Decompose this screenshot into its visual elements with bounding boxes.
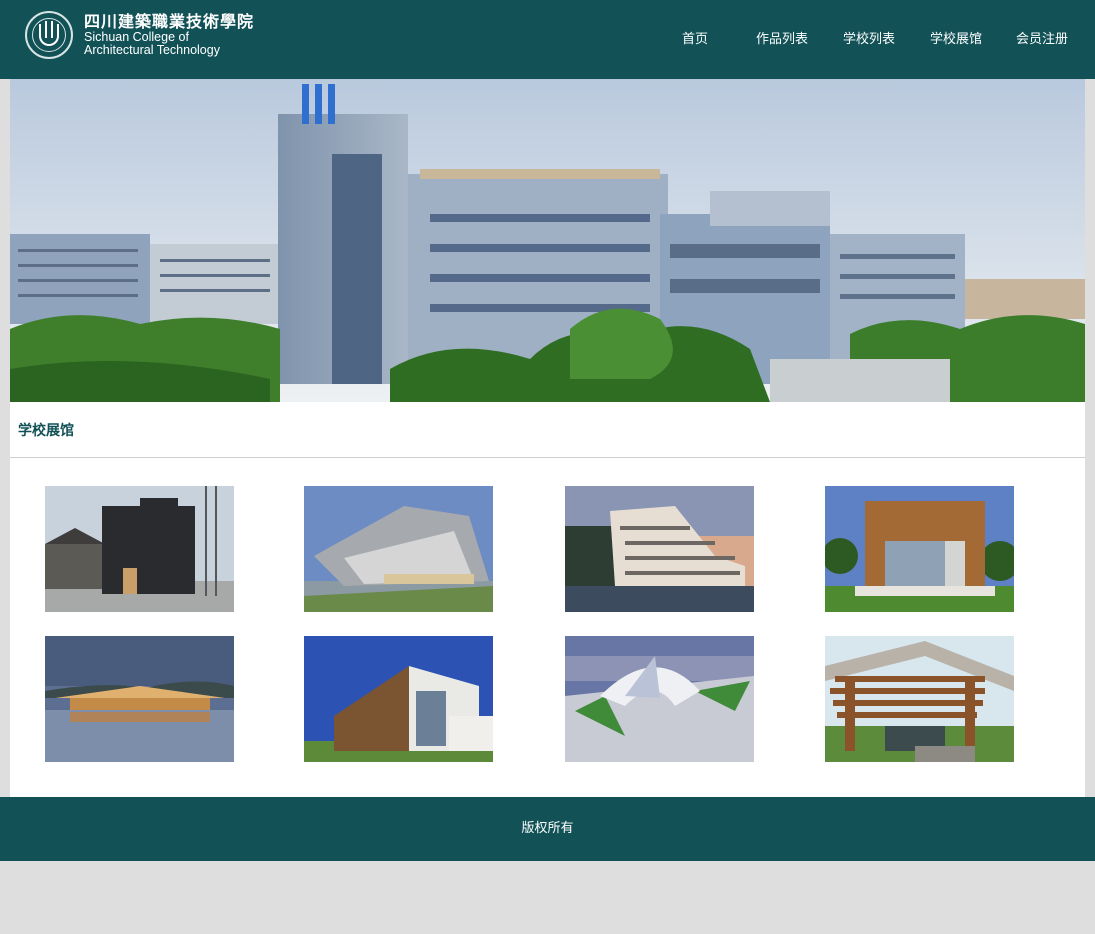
copyright-text: 版权所有 [521,821,574,836]
gallery-item-wood-pavilion[interactable] [825,486,1014,612]
gallery-item-layered-building[interactable] [565,486,754,612]
gallery-section: 学校展馆 [10,402,1085,797]
site-header: 四川建築職業技術學院 Sichuan College of Architectu… [0,0,1095,79]
nav-item-works-list[interactable]: 作品列表 [756,30,808,50]
site-logo[interactable]: 四川建築職業技術學院 Sichuan College of Architectu… [25,11,254,59]
section-divider [10,457,1085,458]
campus-banner-image [10,79,1085,402]
gallery-item-shell-pavilion[interactable] [565,636,754,762]
section-title: 学校展馆 [18,423,74,439]
gallery-item-dark-house[interactable] [45,486,234,612]
site-footer: 版权所有 [0,797,1095,861]
gallery-item-corner-house[interactable] [304,636,493,762]
nav-item-school-list[interactable]: 学校列表 [843,30,895,50]
gallery-item-timber-frame[interactable] [825,636,1014,762]
gallery-item-angular-museum[interactable] [304,486,493,612]
nav-item-member-register[interactable]: 会员注册 [1016,30,1068,50]
gallery-item-lake-pavilion[interactable] [45,636,234,762]
logo-english-name-line2: Architectural Technology [84,43,220,57]
logo-chinese-name: 四川建築職業技術學院 [84,12,255,31]
college-seal-icon [25,11,73,59]
nav-item-school-gallery[interactable]: 学校展馆 [930,30,982,50]
nav-item-home[interactable]: 首页 [682,30,708,50]
